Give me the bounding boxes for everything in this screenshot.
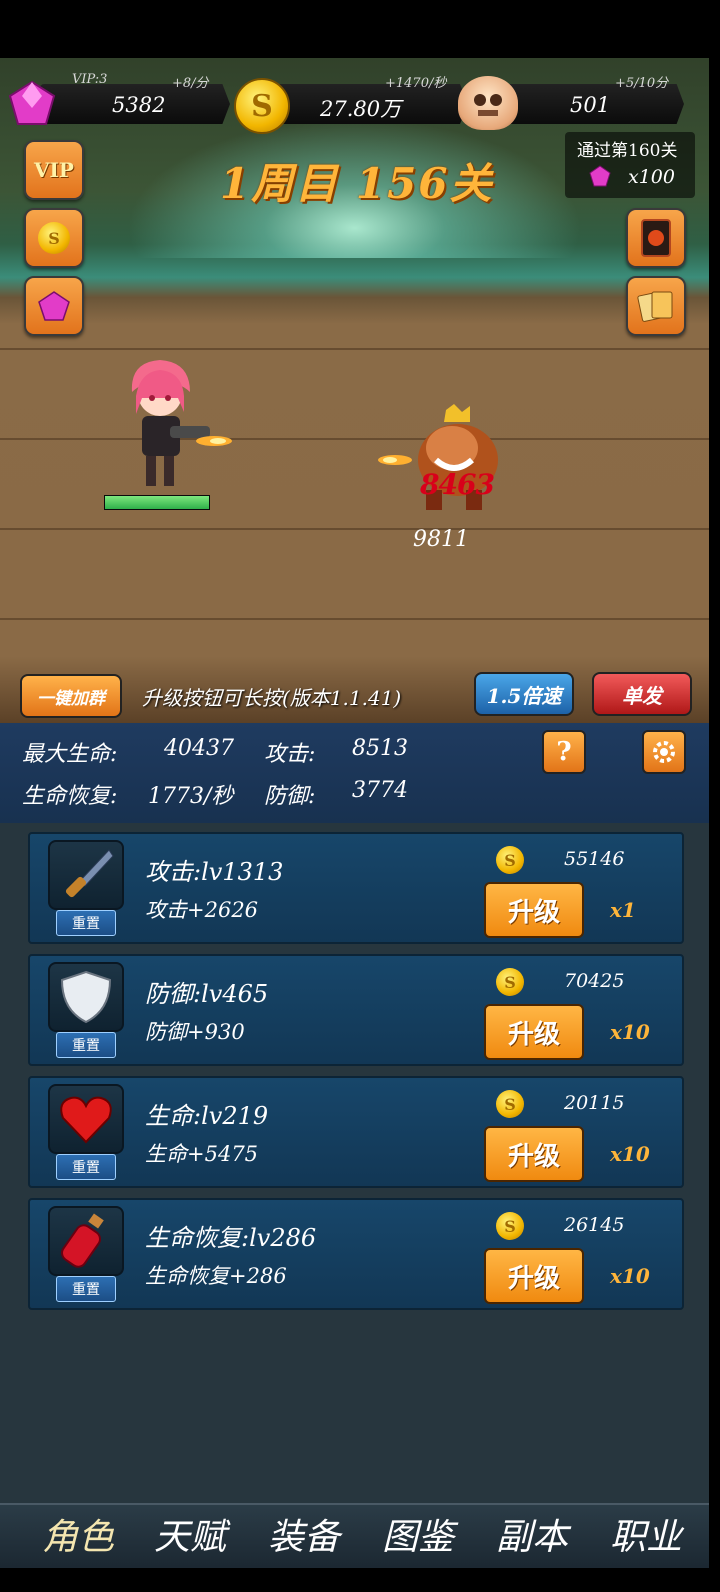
multiplier-toggle[interactable]: x10 — [610, 1020, 650, 1044]
dagger-icon — [48, 840, 124, 910]
coin-icon: S — [496, 846, 524, 874]
muzzle-flash-icon — [378, 455, 412, 465]
reset-button[interactable]: 重置 — [56, 1276, 116, 1302]
single-shot-button[interactable]: 单发 — [592, 672, 692, 716]
upgrade-card-health: 重置 生命:lv219 生命+5475 S 20115 升级 x10 — [28, 1076, 684, 1188]
reward-label: 通过第160关 — [577, 141, 678, 161]
floor-plank — [0, 348, 709, 350]
max-hp-value: 40437 — [164, 736, 234, 761]
upgrade-card-regen: 重置 生命恢复:lv286 生命恢复+286 S 26145 升级 x10 — [28, 1198, 684, 1310]
skull-rate: +5/10分 — [615, 76, 669, 91]
game-screen: VIP:3 +8/分 5382 S +1470/秒 27.80万 +5/10分 … — [0, 0, 709, 1568]
upgrade-bonus: 生命+5475 — [145, 1142, 259, 1166]
reset-button[interactable]: 重置 — [56, 1032, 116, 1058]
defense-label: 防御: — [264, 784, 316, 809]
join-group-button[interactable]: 一键加群 — [20, 674, 122, 718]
gold-rate: +1470/秒 — [385, 76, 447, 91]
defense-value: 3774 — [352, 778, 408, 803]
gem-icon — [589, 165, 611, 187]
tab-codex[interactable]: 图鉴 — [382, 1508, 454, 1560]
gold-shop-button[interactable]: S — [24, 208, 84, 268]
enemy-hp: 9811 — [413, 527, 469, 552]
reward-amount: x100 — [628, 166, 675, 188]
max-hp-label: 最大生命: — [22, 742, 118, 767]
stage-title: 1周目 156关 — [220, 159, 494, 208]
hero-character — [120, 352, 210, 492]
tab-talent[interactable]: 天赋 — [154, 1508, 226, 1560]
floor-plank — [0, 618, 709, 620]
upgrade-button[interactable]: 升级 — [484, 1004, 584, 1060]
upgrade-card-attack: 重置 攻击:lv1313 攻击+2626 S 55146 升级 x1 — [28, 832, 684, 944]
coin-icon: S — [496, 1090, 524, 1118]
tab-dungeon[interactable]: 副本 — [496, 1508, 568, 1560]
upgrade-bonus: 生命恢复+286 — [145, 1264, 287, 1288]
gear-icon — [653, 741, 675, 763]
heart-icon — [48, 1084, 124, 1154]
gem-icon — [6, 78, 58, 130]
regen-value: 1773/秒 — [148, 784, 234, 809]
multiplier-toggle[interactable]: x10 — [610, 1142, 650, 1166]
speed-button[interactable]: 1.5倍速 — [474, 672, 574, 716]
muzzle-flash-icon — [196, 436, 232, 446]
help-button[interactable]: ? — [542, 730, 586, 774]
skull-icon — [458, 76, 518, 130]
vip-button[interactable]: VIP — [24, 140, 84, 200]
gold-value: 27.80万 — [320, 97, 402, 121]
upgrade-cost: 70425 — [564, 970, 625, 992]
reset-button[interactable]: 重置 — [56, 910, 116, 936]
floor-plank — [0, 438, 709, 440]
gem-vip-label: VIP:3 — [72, 72, 108, 87]
coin-icon: S — [496, 968, 524, 996]
upgrade-level: 生命:lv219 — [145, 1102, 269, 1130]
upgrade-bonus: 防御+930 — [145, 1020, 245, 1044]
status-bar — [0, 0, 709, 58]
regen-label: 生命恢复: — [22, 784, 118, 809]
damage-number: 8463 — [420, 468, 495, 501]
coin-icon: S — [38, 222, 70, 254]
upgrade-bonus: 攻击+2626 — [145, 898, 259, 922]
gem-shop-button[interactable] — [24, 276, 84, 336]
attack-value: 8513 — [352, 736, 408, 761]
attack-label: 攻击: — [264, 742, 316, 767]
upgrade-button[interactable]: 升级 — [484, 1126, 584, 1182]
cards-icon — [637, 291, 673, 322]
upgrade-level: 生命恢复:lv286 — [145, 1224, 317, 1252]
hero-health-bar — [104, 495, 210, 510]
tab-character[interactable]: 角色 — [42, 1508, 114, 1560]
tab-equipment[interactable]: 装备 — [268, 1508, 340, 1560]
shield-icon — [48, 962, 124, 1032]
multiplier-toggle[interactable]: x10 — [610, 1264, 650, 1288]
upgrade-card-defense: 重置 防御:lv465 防御+930 S 70425 升级 x10 — [28, 954, 684, 1066]
tab-class[interactable]: 职业 — [610, 1508, 682, 1560]
upgrade-button[interactable]: 升级 — [484, 1248, 584, 1304]
coin-icon: S — [234, 78, 290, 134]
multiplier-toggle[interactable]: x1 — [610, 898, 636, 922]
upgrade-level: 防御:lv465 — [145, 980, 269, 1008]
upgrade-button[interactable]: 升级 — [484, 882, 584, 938]
upgrade-cost: 55146 — [564, 848, 625, 870]
cards-collection-button[interactable] — [626, 276, 686, 336]
gem-rate: +8/分 — [172, 76, 209, 91]
hero-health-fill — [105, 496, 209, 509]
reset-button[interactable]: 重置 — [56, 1154, 116, 1180]
potion-icon — [48, 1206, 124, 1276]
coin-icon: S — [496, 1212, 524, 1240]
upgrade-level: 攻击:lv1313 — [145, 858, 284, 886]
hint-text: 升级按钮可长按(版本1.1.41) — [142, 686, 402, 710]
floor-plank — [0, 528, 709, 530]
card-deck-button[interactable] — [626, 208, 686, 268]
vip-label: VIP — [34, 158, 74, 182]
upgrade-cost: 20115 — [564, 1092, 625, 1114]
skull-value: 501 — [570, 93, 611, 117]
upgrade-cost: 26145 — [564, 1214, 625, 1236]
settings-button[interactable] — [642, 730, 686, 774]
gem-icon — [38, 291, 70, 321]
card-icon — [641, 219, 671, 257]
gem-value: 5382 — [112, 93, 166, 117]
question-icon: ? — [556, 737, 572, 767]
